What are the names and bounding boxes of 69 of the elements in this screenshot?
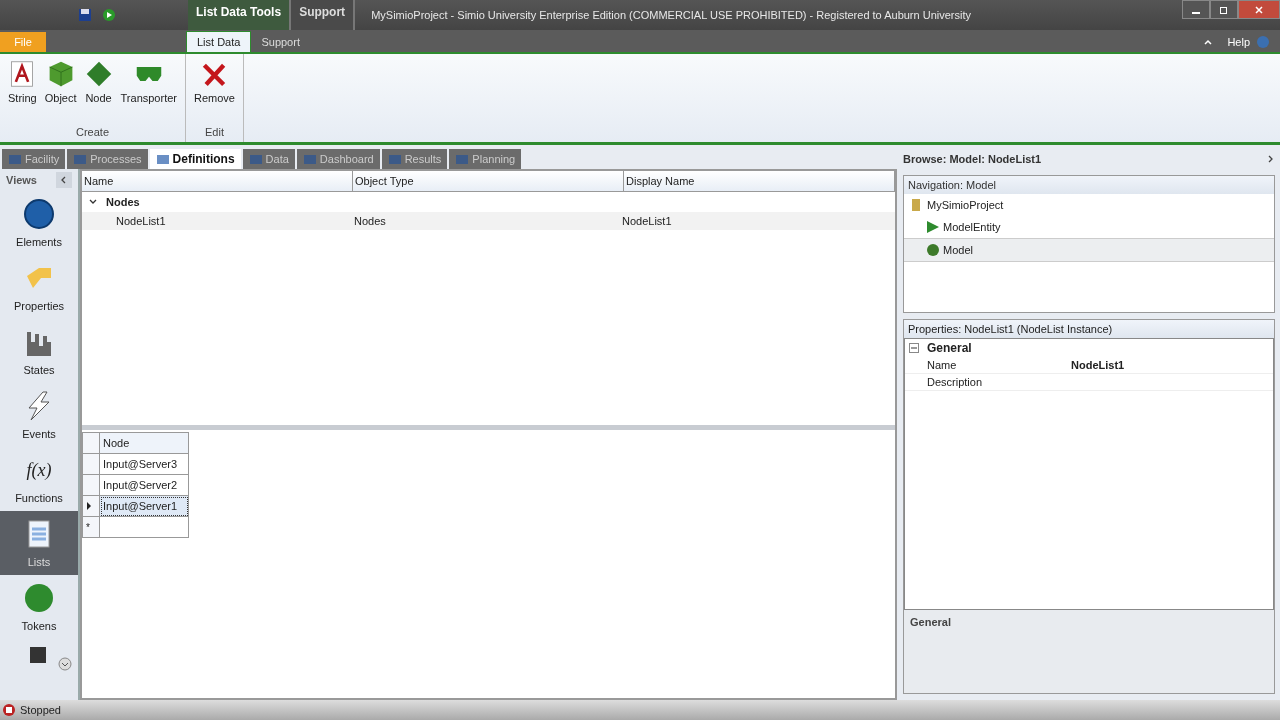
diamond-icon [84, 60, 113, 88]
category-label: General [927, 341, 972, 355]
column-header[interactable]: Object Type [353, 171, 624, 191]
globe-icon [23, 198, 55, 230]
ribbon-tab[interactable]: List Data [186, 31, 252, 52]
collapse-ribbon-icon[interactable] [1203, 37, 1214, 47]
tab-icon [248, 152, 263, 166]
navigation-title: Navigation: Model [904, 176, 1274, 194]
minimize-button[interactable] [1182, 0, 1210, 19]
circle-icon [23, 582, 55, 614]
group-label: Edit [204, 126, 225, 140]
column-header[interactable]: Name [82, 171, 353, 191]
property-name: Name [927, 359, 958, 371]
view-item[interactable]: States [0, 319, 78, 383]
minimize-icon [1192, 11, 1200, 14]
collapse-button[interactable] [56, 172, 72, 188]
stop-icon [2, 703, 16, 717]
function-symbol: f(x) [26, 459, 52, 482]
ribbon-tab[interactable]: Support [251, 32, 310, 52]
chevron-icon [60, 176, 68, 184]
table-cell[interactable]: Input@Server2 [99, 474, 189, 496]
help-title: General [910, 616, 951, 628]
view-item[interactable]: Tokens [0, 575, 78, 639]
run-status: Stopped [20, 704, 61, 716]
ribbon-button[interactable]: Transporter [116, 60, 181, 110]
close-icon [1254, 4, 1264, 15]
ribbon-button[interactable]: Node [80, 60, 117, 110]
tab-icon [387, 152, 402, 166]
properties-title: Properties: NodeList1 (NodeList Instance) [904, 320, 1274, 338]
view-tab[interactable]: Definitions [149, 149, 241, 169]
help-menu[interactable]: Help [1227, 32, 1250, 52]
ribbon-button[interactable]: Object [40, 60, 81, 110]
browse-title: Browse: Model: NodeList1 [903, 153, 1042, 165]
save-icon[interactable] [78, 8, 92, 22]
property-name: Description [927, 376, 984, 388]
collapse-icon[interactable] [909, 343, 919, 353]
column-header[interactable]: Node [99, 432, 189, 454]
tab-icon [73, 152, 88, 166]
group-label: Create [75, 126, 110, 140]
context-tab[interactable]: List Data Tools [188, 0, 292, 30]
view-item[interactable]: Elements [0, 191, 78, 255]
property-value[interactable]: NodeList1 [1071, 359, 1273, 371]
table-cell[interactable]: Input@Server3 [99, 453, 189, 475]
view-item[interactable]: Lists [0, 511, 78, 575]
window-title: MySimioProject - Simio University Enterprise Edition (COMMERCIAL USE PROHIBITED) - Registered to Auburn University [370, 9, 972, 21]
tab-icon [155, 152, 170, 166]
tab-icon [302, 152, 317, 166]
run-icon[interactable] [102, 8, 116, 22]
tab-icon [455, 152, 470, 166]
tree-item[interactable]: Model [904, 238, 1274, 262]
triangle-icon [926, 220, 940, 234]
view-item[interactable]: f(x) Functions [0, 447, 78, 511]
views-title: Views [6, 174, 37, 186]
restore-icon [1219, 4, 1229, 15]
view-item[interactable]: Properties [0, 255, 78, 319]
view-item[interactable]: Events [0, 383, 78, 447]
maximize-button[interactable] [1210, 0, 1238, 19]
column-header[interactable]: Display Name [624, 171, 895, 191]
chevron-icon[interactable] [1267, 155, 1275, 163]
ribbon-button[interactable]: String [4, 60, 41, 110]
new-row-mark: * [86, 522, 90, 533]
dropdown-icon[interactable] [58, 657, 72, 671]
tree-item[interactable]: ModelEntity [904, 216, 1274, 238]
context-tab[interactable]: Support [291, 0, 356, 30]
tree-item[interactable]: MySimioProject [904, 194, 1274, 216]
ribbon-button[interactable]: Remove [190, 60, 239, 110]
group-header: Nodes [106, 196, 140, 208]
table-row[interactable]: NodeList1 Nodes NodeList1 [82, 212, 895, 230]
tab-icon [8, 152, 22, 166]
